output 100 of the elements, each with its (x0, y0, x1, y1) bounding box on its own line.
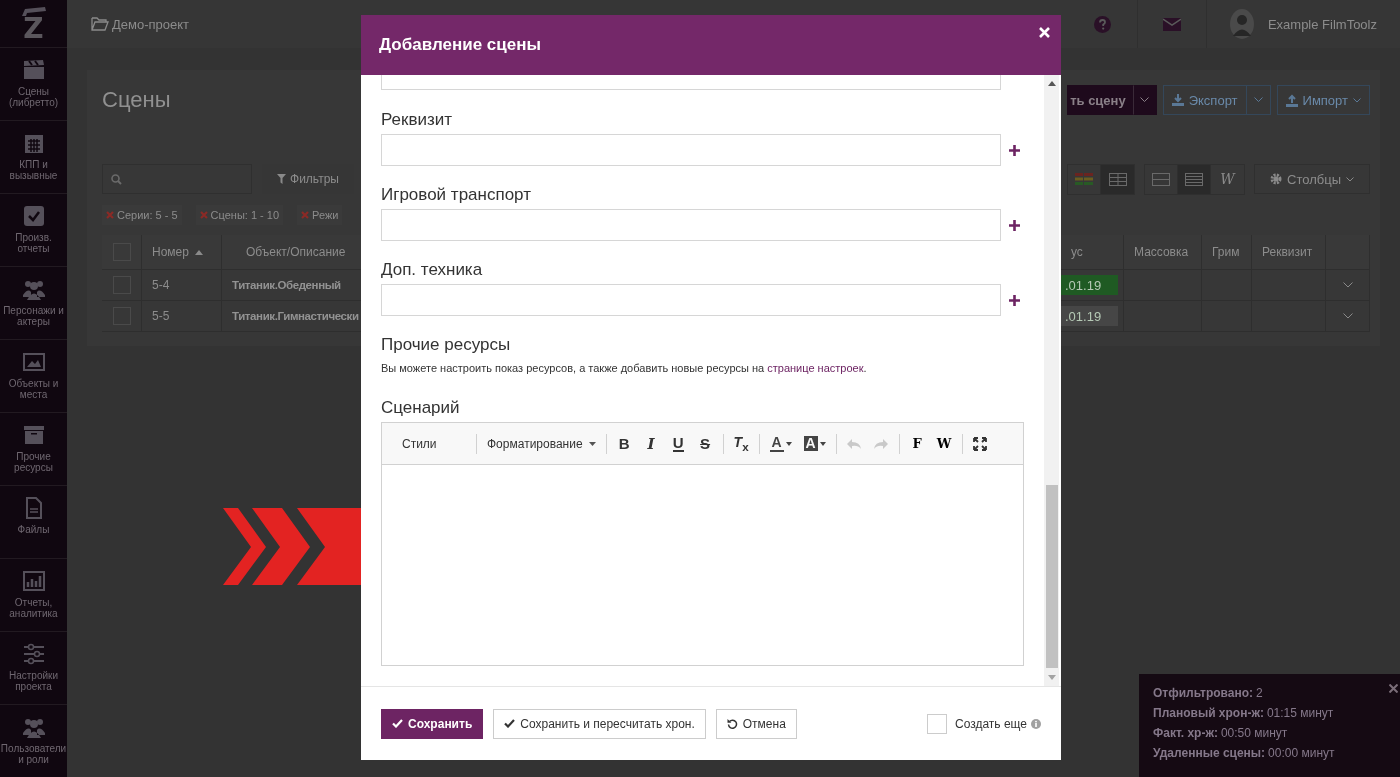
sidebar-item[interactable]: Прочие ресурсы (0, 412, 67, 486)
scrollbar[interactable] (1044, 75, 1059, 686)
caret-icon (785, 441, 792, 446)
status-tag: .01.19 (1061, 275, 1118, 295)
caret-icon (1140, 97, 1150, 103)
summary-value: 2 (1256, 686, 1263, 700)
user-name[interactable]: Example FilmToolz (1267, 16, 1377, 32)
expand-icon[interactable] (1342, 313, 1353, 319)
action-button[interactable]: Импорт (1276, 85, 1370, 115)
split-view-icon (1152, 172, 1170, 186)
remove-icon (106, 211, 114, 219)
remove-icon (199, 211, 208, 219)
scroll-down-icon[interactable] (1047, 675, 1056, 680)
dialog-title: Добавление сцены (379, 35, 541, 55)
format-button[interactable]: F (903, 430, 931, 457)
field-label: Доп. техника (381, 259, 484, 281)
input-field[interactable] (381, 284, 1001, 316)
sidebar-item[interactable]: Файлы (0, 485, 67, 559)
checkbox-label[interactable]: Создать еще (954, 716, 1027, 731)
color-button[interactable]: A (763, 430, 798, 457)
caret-icon (1253, 97, 1263, 103)
dialog-button[interactable]: Сохранить (381, 708, 484, 739)
people-icon (22, 716, 45, 739)
clapper-icon (20, 6, 47, 17)
expand-icon[interactable] (1342, 282, 1353, 288)
summary-label: Отфильтровано: (1153, 686, 1254, 700)
format-button[interactable]: B (610, 430, 638, 457)
input-field[interactable] (381, 209, 1001, 241)
field-label: Игровой транспорт (381, 184, 532, 206)
column-header[interactable]: Объект/Описание (246, 245, 346, 259)
calendar-icon (22, 132, 45, 155)
sidebar-item[interactable]: Пользователи и роли (0, 704, 67, 777)
undo-icon (726, 718, 738, 729)
sidebar-item[interactable]: КПП и вызывные (0, 120, 67, 194)
people-icon (22, 278, 45, 301)
column-header[interactable]: Массовка (1134, 245, 1189, 259)
download-icon (1171, 94, 1184, 106)
action-button[interactable]: ть сцену (1067, 85, 1133, 115)
search-field[interactable] (102, 164, 252, 194)
sort-icon[interactable] (194, 249, 203, 255)
caret-icon (588, 441, 596, 446)
rows-icon (1185, 172, 1203, 186)
help-text: Вы можете настроить показ ресурсов, а также добавить новые ресурсы на странице настроек. (381, 361, 868, 375)
mail-icon[interactable] (1162, 17, 1181, 31)
help-icon[interactable] (1094, 15, 1112, 33)
summary-label: Плановый хрон-ж: (1153, 706, 1264, 720)
view-toggle[interactable] (1101, 164, 1134, 194)
table-cell: Титаник.Обеденный (232, 279, 341, 291)
close-icon[interactable] (1389, 684, 1398, 693)
add-icon[interactable] (1009, 294, 1020, 306)
dialog-button[interactable]: Сохранить и пересчитать хрон. (493, 708, 706, 739)
sidebar-item[interactable]: Объекты и места (0, 339, 67, 413)
summary-label: Факт. хр-ж: (1153, 726, 1218, 740)
dropdown-button[interactable] (1246, 85, 1271, 115)
view-toggle[interactable] (1178, 164, 1211, 194)
sidebar-item[interactable]: Произв. отчеты (0, 193, 67, 267)
format-button[interactable]: W (930, 430, 958, 457)
search-icon (111, 173, 122, 185)
field-label: Сценарий (381, 397, 461, 419)
section-heading: Прочие ресурсы (381, 334, 512, 356)
dialog-button[interactable]: Отмена (715, 708, 797, 739)
style-dropdown[interactable]: Форматирование (481, 430, 602, 457)
breadcrumb-link[interactable]: Демо-проект (112, 16, 190, 32)
table-cell: Титаник.Гимнастически (232, 310, 359, 322)
column-header[interactable]: Грим (1212, 245, 1240, 259)
input-field[interactable] (381, 75, 1001, 90)
columns-button[interactable]: Столбцы (1254, 164, 1370, 194)
sidebar-item[interactable]: Настройки проекта (0, 631, 67, 705)
logo[interactable]: Z (23, 16, 44, 41)
check-icon (392, 719, 403, 728)
filter-icon (277, 174, 287, 184)
format-button[interactable]: U (664, 430, 692, 457)
sidebar-item[interactable]: Отчеты, аналитика (0, 558, 67, 632)
style-dropdown[interactable]: Стили (386, 430, 472, 457)
sidebar-item[interactable]: Персонажи и актеры (0, 266, 67, 340)
table-cell: 5-5 (152, 309, 170, 323)
image-icon (22, 351, 45, 374)
column-header[interactable]: ус (1071, 245, 1083, 259)
dropdown-button[interactable] (1132, 85, 1157, 115)
input-field[interactable] (381, 134, 1001, 166)
avatar[interactable] (1229, 9, 1254, 39)
scrollbar-thumb[interactable] (1045, 485, 1058, 668)
archive-box-icon (22, 424, 45, 447)
scroll-up-icon[interactable] (1047, 81, 1056, 86)
add-icon[interactable] (1009, 144, 1020, 156)
format-button[interactable]: I (637, 430, 665, 457)
action-button[interactable]: Экспорт (1162, 85, 1247, 115)
info-icon[interactable] (1031, 718, 1041, 729)
add-icon[interactable] (1009, 219, 1020, 231)
bar-chart-icon (22, 570, 45, 593)
script-editor[interactable]: Стили Форматирование B I U S T$_{x}$ A A F W (381, 422, 1024, 666)
format-button[interactable]: T$_{x}$ (727, 430, 755, 457)
format-button[interactable]: S (691, 430, 719, 457)
sidebar-item[interactable]: Сцены (либретто) (0, 47, 67, 121)
settings-link[interactable]: странице настроек (767, 362, 864, 374)
status-tag: .01.19 (1061, 306, 1118, 326)
column-header[interactable]: Номер (152, 245, 189, 259)
color-button[interactable]: A (797, 430, 832, 457)
column-header[interactable]: Реквизит (1262, 245, 1313, 259)
field-label: Реквизит (381, 109, 454, 131)
